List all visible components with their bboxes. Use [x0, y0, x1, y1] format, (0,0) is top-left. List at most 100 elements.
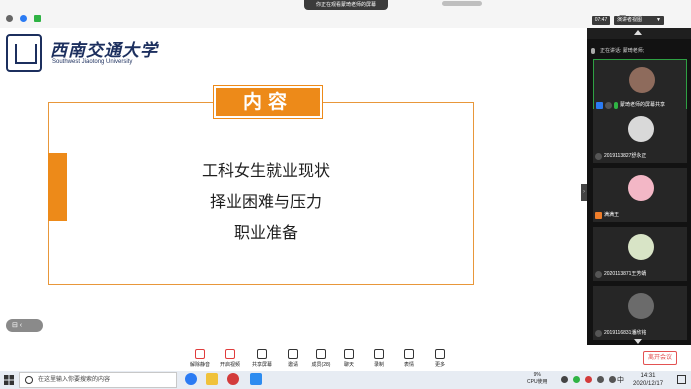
mic-muted-icon	[595, 271, 602, 278]
floating-control-button[interactable]: ⊟ ‹	[6, 319, 43, 332]
slide-title: 内容	[213, 85, 323, 119]
avatar-small-icon	[605, 102, 612, 109]
speaking-text: 正在讲话: 蒙琦老师;	[600, 48, 645, 54]
input-method-indicator[interactable]: 中	[617, 375, 624, 385]
toolbar-record-button[interactable]: 录制	[365, 349, 393, 368]
logo-english-text: Southwest Jiaotong University	[52, 59, 133, 65]
toolbar-label: 解除静音	[189, 362, 210, 368]
toolbar-label: 成员(28)	[311, 362, 331, 368]
toolbar-label: 共享屏幕	[251, 362, 272, 368]
speaking-indicator: 正在讲话: 蒙琦老师;	[587, 45, 689, 57]
participant-name: 2019113827舒永正	[604, 153, 647, 159]
toolbar-share-screen-button[interactable]: 共享屏幕	[248, 349, 276, 368]
video-off-icon	[225, 349, 235, 359]
chevron-down-icon: ▼	[656, 17, 661, 23]
members-icon	[316, 349, 326, 359]
toolbar-invite-button[interactable]: 邀请	[279, 349, 307, 368]
more-icon	[435, 349, 445, 359]
toolbar-label: 录制	[373, 362, 384, 368]
network-icon[interactable]	[597, 376, 604, 383]
participant-tile[interactable]: 2019113827舒永正	[593, 109, 687, 163]
university-logo: 西南交通大学 Southwest Jiaotong University	[6, 34, 157, 74]
toolbar-label: 开启视频	[219, 362, 240, 368]
toolbar-label: 邀请	[287, 362, 298, 368]
toolbar-emoji-button[interactable]: 表情	[395, 349, 423, 368]
info-icon[interactable]	[6, 15, 13, 22]
toolbar-more-button[interactable]: 更多	[426, 349, 454, 368]
mic-muted-icon	[595, 153, 602, 160]
leave-meeting-button[interactable]: 离开会议	[643, 351, 677, 365]
cpu-usage: 9% CPU使用	[527, 372, 548, 386]
participant-name-row: 2019113827舒永正	[595, 152, 646, 161]
participant-tile[interactable]: 2019116831潘欣铭	[593, 286, 687, 340]
screen-share-icon	[596, 102, 603, 109]
participant-name: 2020113871王芳蜻	[604, 271, 647, 277]
view-switch-label: 演讲者视图	[617, 17, 643, 23]
mic-icon	[591, 47, 595, 54]
clock-time: 14:31	[640, 373, 656, 379]
notification-icon[interactable]	[677, 375, 686, 384]
avatar	[628, 175, 654, 201]
participant-name-row: 2020113871王芳蜻	[595, 270, 646, 279]
toolbar-label: 更多	[434, 362, 445, 368]
toolbar-mic-muted-button[interactable]: 解除静音	[186, 349, 214, 368]
status-icons	[6, 15, 41, 22]
tencent-meeting-icon[interactable]	[250, 373, 262, 385]
signal-icon[interactable]	[34, 15, 41, 22]
taskbar-clock[interactable]: 14:31 2020/12/17	[633, 372, 663, 388]
sharing-status-pill[interactable]: 你正在观看蒙琦老师的屏幕	[304, 0, 388, 10]
logo-chinese-text: 西南交通大学	[50, 41, 158, 61]
cpu-percent: 9%	[533, 372, 541, 378]
toolbar-video-off-button[interactable]: 开启视频	[216, 349, 244, 368]
invite-icon	[288, 349, 298, 359]
system-tray	[561, 376, 616, 383]
avatar	[629, 67, 655, 93]
participant-name: 满满王	[604, 212, 620, 218]
participant-tile[interactable]: 2020113871王芳蜻	[593, 227, 687, 281]
scroll-up-icon[interactable]	[634, 30, 642, 35]
taskbar-search-input[interactable]: 在这里输入你要搜索的内容	[19, 372, 177, 388]
edge-icon[interactable]	[185, 373, 197, 385]
share-screen-icon	[257, 349, 267, 359]
cpu-label: CPU使用	[527, 379, 548, 385]
participant-name-row: 2019116831潘欣铭	[595, 329, 646, 338]
toolbar-label: 表情	[403, 362, 414, 368]
tray-app-icon[interactable]	[573, 376, 580, 383]
volume-icon[interactable]	[609, 376, 616, 383]
scroll-down-icon[interactable]	[634, 339, 642, 344]
avatar	[628, 293, 654, 319]
toolbar-members-button[interactable]: 成员(28)	[307, 349, 335, 368]
slide-item: 择业困难与压力	[209, 192, 322, 211]
browser-icon[interactable]	[227, 373, 239, 385]
file-explorer-icon[interactable]	[206, 373, 218, 385]
avatar	[628, 234, 654, 260]
avatar	[628, 116, 654, 142]
mic-muted-icon	[595, 330, 602, 337]
participant-name: 2019116831潘欣铭	[604, 330, 647, 336]
tray-app-icon[interactable]	[585, 376, 592, 383]
windows-start-icon[interactable]	[4, 375, 14, 385]
tray-arrow-icon[interactable]	[561, 376, 568, 383]
record-icon	[374, 349, 384, 359]
mic-icon	[614, 102, 618, 109]
slide-item: 工科女生就业现状	[201, 161, 330, 180]
slide-item: 职业准备	[233, 223, 298, 242]
clock-date: 2020/12/17	[633, 381, 664, 387]
search-icon	[25, 376, 33, 384]
emoji-icon	[404, 349, 414, 359]
participant-tile[interactable]: 蒙琦老师的屏幕共享	[593, 59, 687, 113]
shield-icon[interactable]	[20, 15, 27, 22]
top-right-indicator	[442, 1, 482, 6]
meeting-time: 07:47	[592, 16, 610, 25]
collapse-gallery-button[interactable]: ›	[581, 184, 587, 201]
view-switch-button[interactable]: 演讲者视图 ▼	[614, 16, 664, 25]
toolbar-label: 聊天	[343, 362, 354, 368]
mic-muted-icon	[195, 349, 205, 359]
university-emblem-icon	[6, 34, 42, 72]
chat-icon	[344, 349, 354, 359]
search-placeholder: 在这里输入你要搜索的内容	[38, 377, 111, 383]
participant-name-row: 满满王	[595, 211, 619, 220]
participant-tile[interactable]: 满满王	[593, 168, 687, 222]
mic-muted-icon	[595, 212, 602, 219]
toolbar-chat-button[interactable]: 聊天	[335, 349, 363, 368]
